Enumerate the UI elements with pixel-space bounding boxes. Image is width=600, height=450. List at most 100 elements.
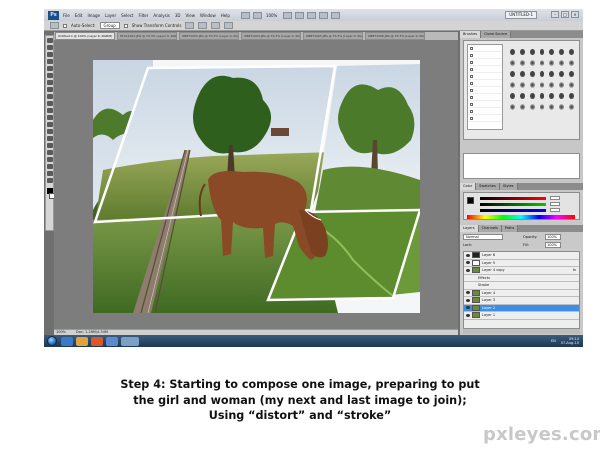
fill-field[interactable]: 100% <box>545 242 561 248</box>
brush-preset[interactable] <box>569 93 574 99</box>
language-indicator[interactable]: EN <box>551 339 556 343</box>
menu-image[interactable]: Image <box>87 13 100 18</box>
brush-preset[interactable] <box>559 93 565 99</box>
align-middle-button[interactable] <box>198 22 208 29</box>
rotate-view-button[interactable] <box>307 11 317 19</box>
transform-controls-checkbox[interactable] <box>123 23 128 28</box>
auto-select-dropdown[interactable]: Group <box>99 22 120 29</box>
app-icon[interactable] <box>106 336 118 346</box>
menu-view[interactable]: View <box>186 13 196 18</box>
doc-tab-4[interactable]: OB8T1004.JPG @ 33.3% (Layer 0, RGB/8) <box>241 32 301 40</box>
eye-icon[interactable] <box>466 298 470 302</box>
brush-preset[interactable] <box>569 82 574 88</box>
color-spectrum[interactable] <box>467 215 575 219</box>
brush-preset[interactable] <box>549 71 555 77</box>
quick-select-tool-icon[interactable] <box>46 59 53 64</box>
tab-paths[interactable]: Paths <box>501 225 519 232</box>
healing-tool-icon[interactable] <box>46 80 53 85</box>
canvas-area[interactable] <box>54 40 458 329</box>
eye-icon[interactable] <box>466 261 470 265</box>
eye-icon[interactable] <box>466 253 470 257</box>
eye-icon[interactable] <box>466 268 470 272</box>
shape-tool-icon[interactable] <box>46 157 53 162</box>
layer-row-selected[interactable]: Layer 2 <box>464 304 579 312</box>
gradient-tool-icon[interactable] <box>46 115 53 120</box>
zoom-tool-button[interactable] <box>295 11 305 19</box>
menu-file[interactable]: File <box>63 13 70 18</box>
blue-slider[interactable] <box>480 209 546 212</box>
brush-preset[interactable] <box>519 82 525 88</box>
menu-edit[interactable]: Edit <box>75 13 83 18</box>
brush-option[interactable] <box>468 73 502 80</box>
tab-clone-source[interactable]: Clone Source <box>481 31 512 38</box>
brush-preset[interactable] <box>549 60 555 66</box>
brush-preset[interactable] <box>529 60 535 66</box>
brush-preset[interactable] <box>529 82 535 88</box>
workspace-switcher[interactable]: UNTITLED-1 <box>505 11 537 19</box>
brush-preset[interactable] <box>559 82 565 88</box>
minimize-button[interactable]: – <box>551 11 559 18</box>
launch-bridge-button[interactable] <box>240 11 250 19</box>
brush-preset[interactable] <box>529 71 535 77</box>
screen-mode-button[interactable] <box>331 11 341 19</box>
3d-rotate-tool-icon[interactable] <box>46 164 53 169</box>
brush-option[interactable] <box>468 45 502 52</box>
doc-tab-untitled[interactable]: Untitled-1 @ 100% (Layer 6, RGB/8) <box>55 32 115 40</box>
maximize-button[interactable]: □ <box>561 11 569 18</box>
clone-stamp-tool-icon[interactable] <box>46 94 53 99</box>
menu-filter[interactable]: Filter <box>138 13 148 18</box>
brush-preset[interactable] <box>539 93 545 99</box>
brush-preset[interactable] <box>539 71 545 77</box>
brush-preset[interactable] <box>510 93 515 99</box>
red-value[interactable] <box>550 196 560 200</box>
brush-preset[interactable] <box>539 82 545 88</box>
document-canvas[interactable] <box>93 60 420 313</box>
tab-swatches[interactable]: Swatches <box>476 183 500 190</box>
marquee-tool-icon[interactable] <box>46 45 53 50</box>
foreground-color-chip[interactable] <box>467 197 474 204</box>
brush-option[interactable] <box>468 94 502 101</box>
crop-tool-icon[interactable] <box>46 66 53 71</box>
layer-row[interactable]: Layer 4 <box>464 289 579 297</box>
eyedropper-tool-icon[interactable] <box>46 73 53 78</box>
path-select-tool-icon[interactable] <box>46 150 53 155</box>
brush-option[interactable] <box>468 52 502 59</box>
brush-preset[interactable] <box>519 49 525 55</box>
brush-preset[interactable] <box>519 104 525 110</box>
distribute-button[interactable] <box>224 22 234 29</box>
brush-preset[interactable] <box>539 49 545 55</box>
tab-channels[interactable]: Channels <box>478 225 502 232</box>
layer-row[interactable]: Layer 4 copy fx <box>464 267 579 275</box>
brush-preset[interactable] <box>519 93 525 99</box>
layer-row[interactable]: Layer 1 <box>464 312 579 320</box>
brush-preset[interactable] <box>559 49 565 55</box>
brush-preset[interactable] <box>549 93 555 99</box>
eye-icon[interactable] <box>466 291 470 295</box>
hand-tool-icon[interactable] <box>46 171 53 176</box>
align-bottom-button[interactable] <box>211 22 221 29</box>
hand-tool-button[interactable] <box>283 11 293 19</box>
clock[interactable]: 09:14 07-Aug-10 <box>561 337 579 345</box>
brush-preset[interactable] <box>510 60 515 66</box>
menu-help[interactable]: Help <box>221 13 230 18</box>
zoom-level[interactable]: 100% <box>266 13 277 18</box>
move-tool-icon[interactable] <box>50 22 59 29</box>
layer-row[interactable]: Layer 6 <box>464 252 579 260</box>
brush-preset[interactable] <box>559 104 565 110</box>
move-tool-icon[interactable] <box>46 38 53 43</box>
pen-tool-icon[interactable] <box>46 136 53 141</box>
menu-layer[interactable]: Layer <box>105 13 116 18</box>
tab-color[interactable]: Color <box>460 183 477 190</box>
brush-preset[interactable] <box>529 49 535 55</box>
auto-select-checkbox[interactable] <box>63 23 67 28</box>
brush-preset[interactable] <box>510 82 515 88</box>
brush-tool-icon[interactable] <box>46 87 53 92</box>
brush-preset[interactable] <box>569 104 574 110</box>
layer-stroke-row[interactable]: Stroke <box>464 282 579 290</box>
lasso-tool-icon[interactable] <box>46 52 53 57</box>
view-extras-button[interactable] <box>252 11 262 19</box>
brush-preset[interactable] <box>539 104 545 110</box>
brush-preset[interactable] <box>559 71 565 77</box>
tab-brushes[interactable]: Brushes <box>460 31 482 38</box>
layer-row[interactable]: Layer 5 <box>464 259 579 267</box>
